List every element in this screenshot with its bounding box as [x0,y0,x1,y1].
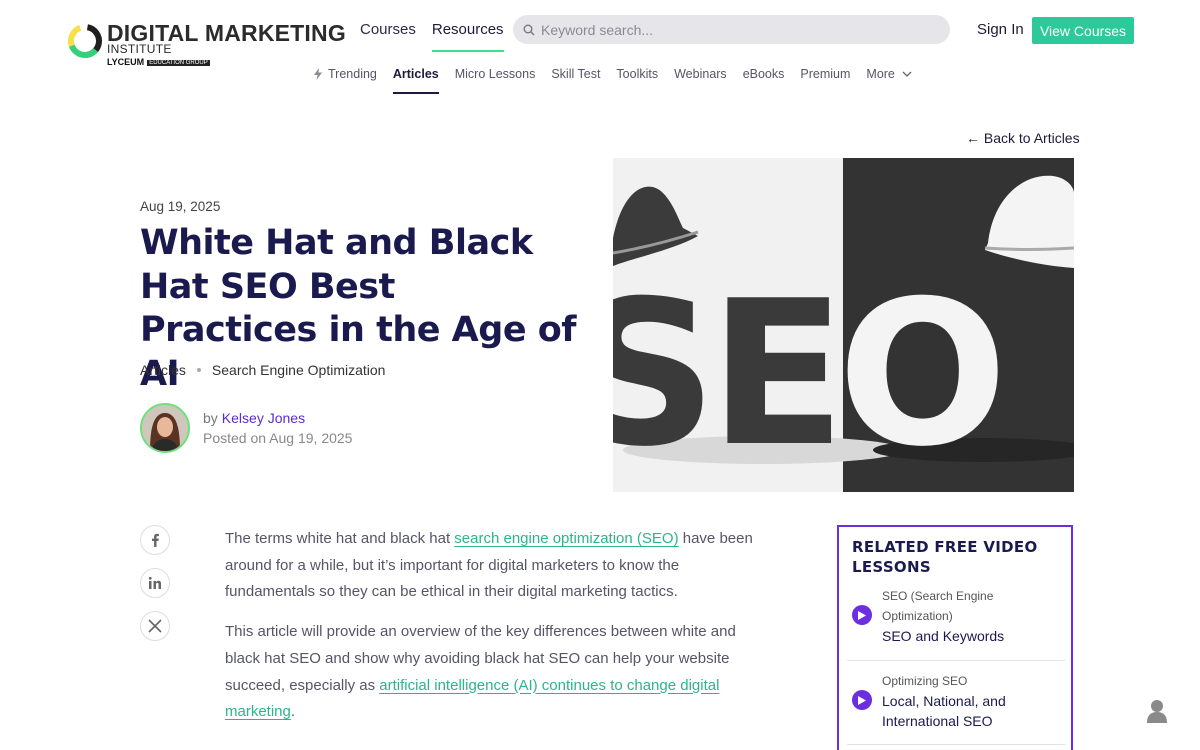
related-heading: RELATED FREE VIDEO LESSONS [852,538,1038,576]
lesson-category: SEO (Search Engine Optimization) [882,589,994,623]
category-separator [196,368,201,372]
subnav-more-label: More [866,67,895,81]
lesson-item[interactable]: SEO (Search Engine Optimization) SEO and… [847,586,1065,646]
hero-image: SEO SEO [613,158,1074,492]
article-categories: Articles Search Engine Optimization [140,362,385,378]
share-facebook-button[interactable] [140,525,170,555]
search-icon [523,24,535,35]
seo-link[interactable]: search engine optimization (SEO) [454,530,678,547]
author-photo [142,405,188,451]
back-to-articles-link[interactable]: ← Back to Articles [966,130,1080,146]
subnav-ebooks[interactable]: eBooks [743,67,785,92]
author-avatar[interactable] [140,403,190,453]
article-body: The terms white hat and black hat search… [225,526,760,739]
subnav-micro-lessons[interactable]: Micro Lessons [455,67,536,92]
resources-subnav: Trending Articles Micro Lessons Skill Te… [313,67,930,94]
subnav-webinars[interactable]: Webinars [674,67,727,92]
category-seo-link[interactable]: Search Engine Optimization [212,362,386,378]
lesson-text: SEO (Search Engine Optimization) SEO and… [882,586,1065,646]
search-bar [513,15,950,44]
subnav-trending[interactable]: Trending [313,67,377,92]
play-icon [852,605,872,625]
x-icon [148,619,162,633]
lesson-divider [847,744,1065,745]
p1-text-before: The terms white hat and black hat [225,530,455,547]
top-nav: Courses Resources [360,19,520,52]
sign-in-link[interactable]: Sign In [977,21,1024,38]
subnav-articles[interactable]: Articles [392,67,439,94]
author-link[interactable]: Kelsey Jones [222,410,305,426]
subnav-toolkits[interactable]: Toolkits [616,67,658,92]
brand-group-tag: EDUCATION GROUP [147,59,210,66]
category-articles-link[interactable]: Articles [140,362,186,378]
author-byline: by Kelsey Jones [203,410,305,426]
p2-text-after: . [290,703,296,721]
lesson-title: Local, National, and International SEO [882,693,1006,729]
article-paragraph-1: The terms white hat and black hat search… [225,526,760,606]
share-x-button[interactable] [140,611,170,641]
share-linkedin-button[interactable] [140,568,170,598]
related-video-lessons: RELATED FREE VIDEO LESSONS SEO (Search E… [837,525,1073,750]
subnav-more[interactable]: More [866,67,913,92]
subnav-skill-test[interactable]: Skill Test [551,67,600,92]
view-courses-button[interactable]: View Courses [1032,17,1134,44]
nav-courses[interactable]: Courses [360,19,416,52]
logo-ring-icon [68,24,102,58]
lesson-divider [847,660,1065,661]
lesson-title: SEO and Keywords [882,628,1005,644]
brand-logo[interactable]: DIGITAL MARKETING INSTITUTE LYCEUM EDUCAT… [66,18,346,70]
chevron-down-icon [902,71,912,77]
lightning-icon [314,68,322,80]
nav-resources[interactable]: Resources [431,19,504,52]
article-date: Aug 19, 2025 [140,199,221,214]
brand-subtitle: INSTITUTE [107,42,172,56]
subnav-trending-label: Trending [328,67,377,81]
brand-group: LYCEUM EDUCATION GROUP [107,57,210,67]
lesson-category: Optimizing SEO [882,674,968,688]
facebook-icon [152,533,159,547]
linkedin-icon [148,576,161,589]
lesson-text: Optimizing SEO Local, National, and Inte… [882,671,1065,731]
posted-date: Posted on Aug 19, 2025 [203,430,353,446]
search-input[interactable] [541,21,931,38]
user-support-icon[interactable] [1145,698,1169,724]
brand-group-name: LYCEUM [107,57,145,67]
play-icon [852,690,872,710]
subnav-premium[interactable]: Premium [800,67,850,92]
lesson-item[interactable]: Optimizing SEO Local, National, and Inte… [847,671,1065,731]
article-paragraph-2: This article will provide an overview of… [225,619,760,726]
author-prefix: by [203,410,218,426]
